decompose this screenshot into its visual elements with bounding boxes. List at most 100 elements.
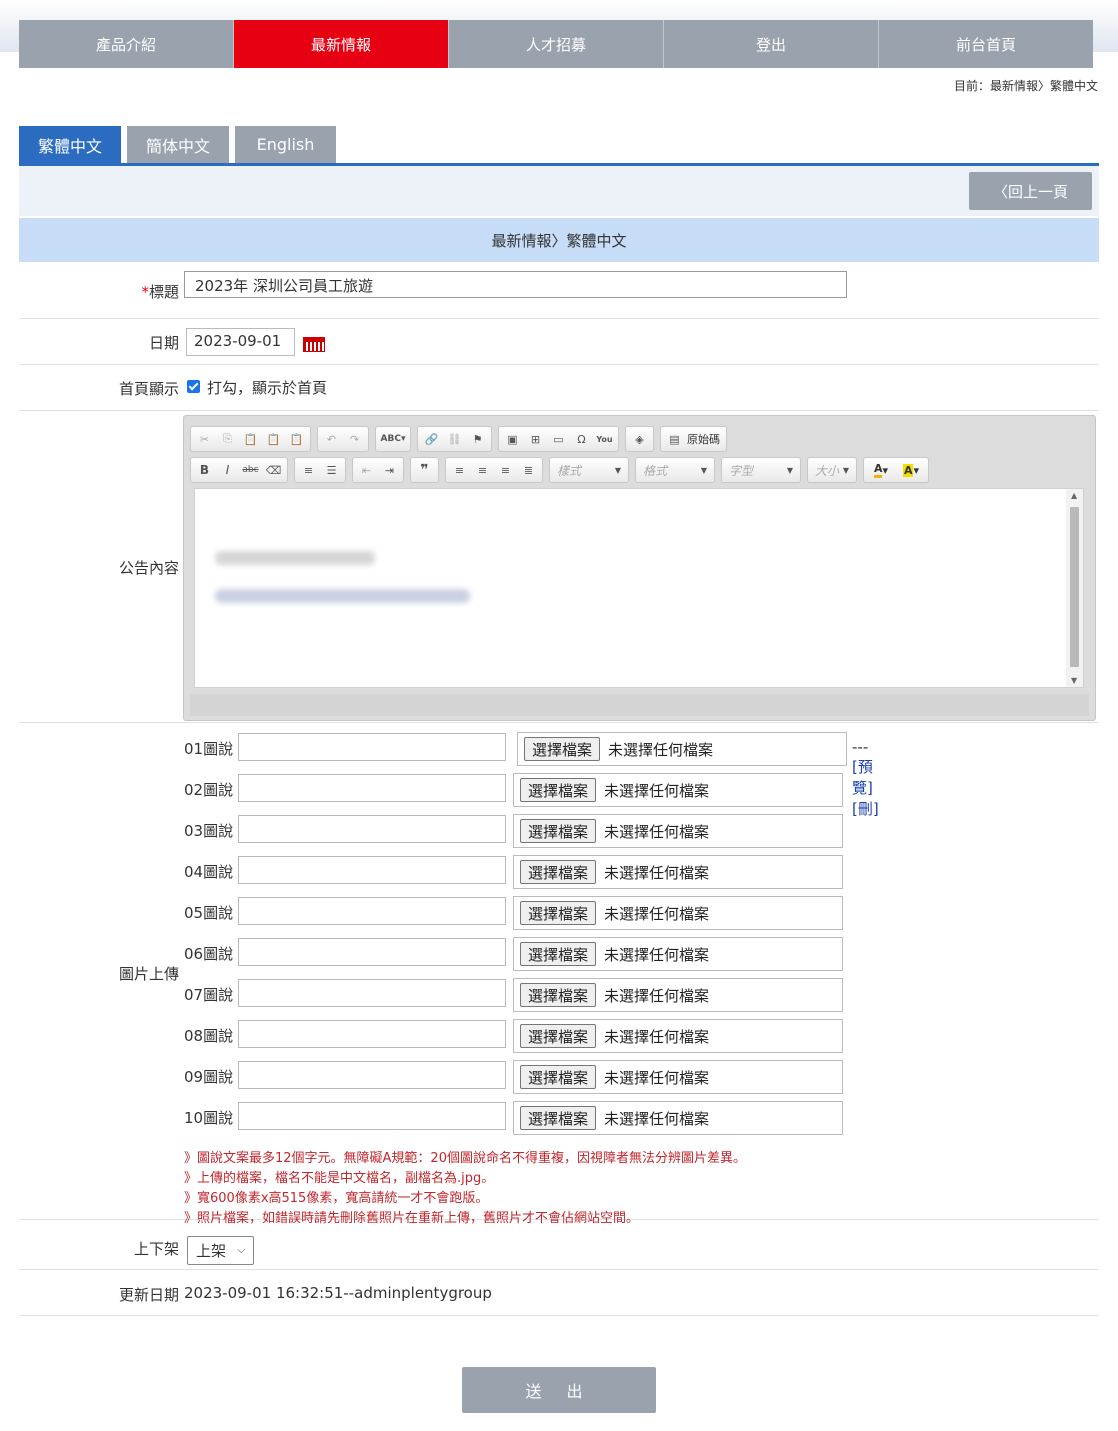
spellcheck-icon[interactable]: ABC▾: [379, 429, 407, 449]
special-char-icon[interactable]: Ω: [571, 429, 592, 449]
file-input[interactable]: 選擇檔案 未選擇任何檔案: [513, 814, 843, 848]
status-row: 上下架 上架 ⌵: [19, 1224, 1099, 1270]
content-label: 公告內容: [118, 559, 179, 577]
caption-input[interactable]: [238, 938, 506, 966]
copy-icon[interactable]: ⎘: [217, 429, 238, 449]
caption-input[interactable]: [238, 897, 506, 925]
paste-icon[interactable]: 📋: [240, 429, 261, 449]
undo-icon[interactable]: ↶: [321, 429, 342, 449]
caption-input[interactable]: [238, 856, 506, 884]
scroll-thumb[interactable]: [1070, 507, 1079, 667]
editor-scrollbar[interactable]: ▲ ▼: [1066, 489, 1083, 687]
image-icon[interactable]: ▣: [502, 429, 523, 449]
file-status-text: 未選擇任何檔案: [604, 905, 710, 923]
youtube-icon[interactable]: You: [594, 429, 615, 449]
preview-link[interactable]: [預覽]: [852, 758, 873, 797]
choose-file-button[interactable]: 選擇檔案: [524, 737, 601, 761]
choose-file-button[interactable]: 選擇檔案: [520, 983, 597, 1007]
horizontal-rule-icon[interactable]: ▭: [548, 429, 569, 449]
status-label: 上下架: [133, 1240, 179, 1258]
choose-file-button[interactable]: 選擇檔案: [520, 819, 597, 843]
choose-file-button[interactable]: 選擇檔案: [520, 901, 597, 925]
back-button[interactable]: 〈回上一頁: [969, 172, 1092, 210]
nav-item-careers[interactable]: 人才招募: [449, 20, 664, 68]
file-input[interactable]: 選擇檔案 未選擇任何檔案: [513, 896, 843, 930]
tab-simplified-chinese[interactable]: 簡体中文: [127, 126, 229, 163]
file-input[interactable]: 選擇檔案 未選擇任何檔案: [517, 732, 847, 766]
file-input[interactable]: 選擇檔案 未選擇任何檔案: [513, 978, 843, 1012]
source-button-label[interactable]: 原始碼: [687, 431, 723, 447]
choose-file-button[interactable]: 選擇檔案: [520, 778, 597, 802]
editor-content-area[interactable]: ▲ ▼: [194, 488, 1084, 688]
choose-file-button[interactable]: 選擇檔案: [520, 942, 597, 966]
anchor-icon[interactable]: ⚑: [467, 429, 488, 449]
numbered-list-icon[interactable]: ≡: [298, 460, 319, 480]
choose-file-button[interactable]: 選擇檔案: [520, 1106, 597, 1130]
submit-button[interactable]: 送 出: [462, 1367, 656, 1413]
indent-icon[interactable]: ⇥: [379, 460, 400, 480]
remove-format-icon[interactable]: ⌫: [263, 460, 284, 480]
file-input[interactable]: 選擇檔案 未選擇任何檔案: [513, 773, 843, 807]
caption-input[interactable]: [238, 979, 506, 1007]
rich-text-editor: ✂ ⎘ 📋 📋 📋 ↶ ↷ ABC▾ 🔗 ⛓ ⚑ ▣ ⊞ ▭ Ω You ◈ ▤…: [183, 415, 1096, 721]
bold-icon[interactable]: B: [194, 460, 215, 480]
nav-item-products[interactable]: 產品介紹: [19, 20, 234, 68]
caption-input[interactable]: [238, 774, 506, 802]
unlink-icon[interactable]: ⛓: [444, 429, 465, 449]
nav-item-news[interactable]: 最新情報: [234, 20, 449, 68]
format-combo[interactable]: 格式 ▼: [635, 457, 715, 483]
italic-icon[interactable]: I: [217, 460, 238, 480]
nav-item-frontpage[interactable]: 前台首頁: [879, 20, 1093, 68]
justify-icon[interactable]: ≣: [518, 460, 539, 480]
homepage-checkbox[interactable]: [187, 380, 200, 393]
size-combo[interactable]: 大小 ▼: [807, 457, 857, 483]
calendar-icon[interactable]: [303, 337, 325, 352]
title-input[interactable]: 2023年 深圳公司員工旅遊: [184, 271, 847, 298]
tab-english[interactable]: English: [235, 126, 336, 163]
style-combo[interactable]: 樣式 ▼: [549, 457, 629, 483]
caption-input[interactable]: [238, 1020, 506, 1048]
align-right-icon[interactable]: ≡: [495, 460, 516, 480]
editor-toolbar-row1: ✂ ⎘ 📋 📋 📋 ↶ ↷ ABC▾ 🔗 ⛓ ⚑ ▣ ⊞ ▭ Ω You ◈ ▤…: [190, 426, 727, 452]
choose-file-button[interactable]: 選擇檔案: [520, 860, 597, 884]
caption-input[interactable]: [238, 733, 506, 761]
upload-note: 》上傳的檔案，檔名不能是中文檔名，副檔名為.jpg。: [184, 1171, 495, 1186]
scroll-up-icon[interactable]: ▲: [1071, 491, 1077, 500]
maximize-icon[interactable]: ◈: [629, 429, 650, 449]
scroll-down-icon[interactable]: ▼: [1071, 676, 1077, 685]
text-color-icon[interactable]: A ▾: [867, 460, 895, 480]
font-combo[interactable]: 字型 ▼: [721, 457, 801, 483]
paste-word-icon[interactable]: 📋: [286, 429, 307, 449]
redo-icon[interactable]: ↷: [344, 429, 365, 449]
choose-file-button[interactable]: 選擇檔案: [520, 1024, 597, 1048]
file-input[interactable]: 選擇檔案 未選擇任何檔案: [513, 1060, 843, 1094]
table-icon[interactable]: ⊞: [525, 429, 546, 449]
align-left-icon[interactable]: ≡: [449, 460, 470, 480]
caption-input[interactable]: [238, 1102, 506, 1130]
align-center-icon[interactable]: ≡: [472, 460, 493, 480]
choose-file-button[interactable]: 選擇檔案: [520, 1065, 597, 1089]
file-input[interactable]: 選擇檔案 未選擇任何檔案: [513, 1101, 843, 1135]
file-input[interactable]: 選擇檔案 未選擇任何檔案: [513, 1019, 843, 1053]
file-input[interactable]: 選擇檔案 未選擇任何檔案: [513, 855, 843, 889]
editor-resize-bar[interactable]: [190, 694, 1089, 716]
outdent-icon[interactable]: ⇤: [356, 460, 377, 480]
file-input[interactable]: 選擇檔案 未選擇任何檔案: [513, 937, 843, 971]
cut-icon[interactable]: ✂: [194, 429, 215, 449]
link-icon[interactable]: 🔗: [421, 429, 442, 449]
title-label: *標題: [141, 283, 179, 301]
caption-label: 09圖說: [184, 1068, 234, 1086]
tab-traditional-chinese[interactable]: 繁體中文: [19, 126, 121, 163]
blockquote-icon[interactable]: ❞: [414, 460, 435, 480]
strike-icon[interactable]: abc: [240, 460, 261, 480]
caption-input[interactable]: [238, 815, 506, 843]
delete-link[interactable]: [刪]: [852, 800, 879, 818]
bulleted-list-icon[interactable]: ☰: [321, 460, 342, 480]
status-select[interactable]: 上架 ⌵: [187, 1236, 254, 1265]
nav-item-logout[interactable]: 登出: [664, 20, 879, 68]
homepage-row: 首頁顯示 打勾，顯示於首頁: [19, 365, 1099, 411]
date-input[interactable]: 2023-09-01: [186, 328, 295, 356]
caption-input[interactable]: [238, 1061, 506, 1089]
bg-color-icon[interactable]: A ▾: [897, 460, 925, 480]
paste-text-icon[interactable]: 📋: [263, 429, 284, 449]
